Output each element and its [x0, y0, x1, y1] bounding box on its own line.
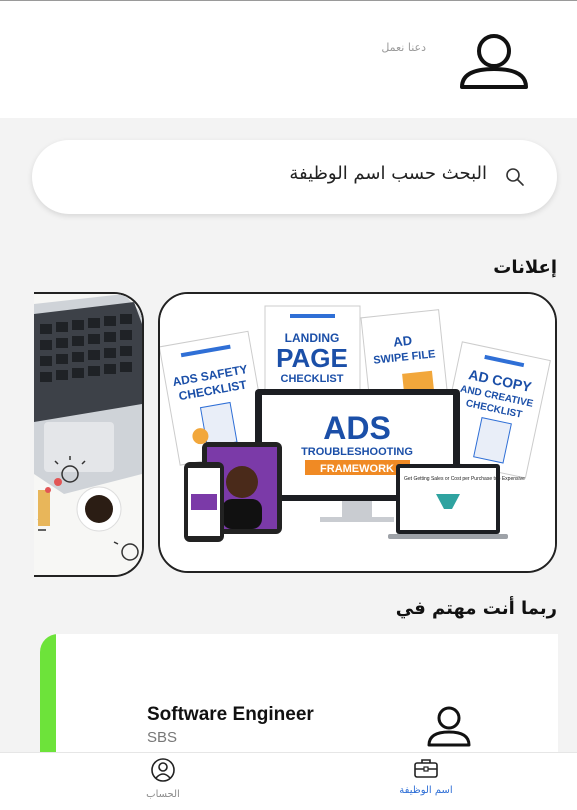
search-icon: [506, 168, 524, 186]
user-icon[interactable]: [458, 31, 530, 91]
ad-banner-main[interactable]: ADS SAFETY CHECKLIST LANDING PAGE CHECKL…: [158, 292, 557, 573]
interest-section-title: ربما أنت مهتم في: [395, 598, 557, 619]
greeting-text: دعنا نعمل: [381, 41, 426, 54]
search-input[interactable]: البحث حسب اسم الوظيفة: [289, 163, 487, 184]
ads-section-title: إعلانات: [493, 257, 557, 278]
briefcase-icon: [414, 759, 438, 778]
doc2-line2: PAGE: [276, 343, 348, 373]
doc2-line3: CHECKLIST: [281, 373, 344, 385]
monitor-line3: FRAMEWORK: [320, 463, 394, 475]
search-bar[interactable]: البحث حسب اسم الوظيفة: [32, 140, 557, 214]
nav-jobs-label: اسم الوظيفة: [399, 785, 453, 796]
job-card[interactable]: Software Engineer SBS: [40, 634, 558, 764]
account-icon: [151, 758, 175, 782]
card-accent-bar: [40, 634, 56, 764]
header: دعنا نعمل: [0, 1, 577, 118]
ad-banner-previous[interactable]: [34, 292, 144, 577]
nav-item-account[interactable]: الحساب: [103, 757, 223, 800]
doc3-line1: AD: [393, 333, 413, 350]
job-company: SBS: [147, 729, 178, 746]
monitor-line2: TROUBLESHOOTING: [301, 446, 413, 458]
monitor-line1: ADS: [323, 410, 391, 446]
ads-banner-image: ADS SAFETY CHECKLIST LANDING PAGE CHECKL…: [160, 294, 555, 571]
job-title: Software Engineer: [147, 704, 314, 725]
laptop-caption: Get Getting Sales or Cost per Purchase t…: [404, 476, 525, 482]
desk-laptop-image: [34, 294, 142, 575]
nav-item-jobs[interactable]: اسم الوظيفة: [366, 757, 486, 796]
nav-account-label: الحساب: [146, 789, 180, 800]
user-icon: [427, 706, 471, 747]
bottom-nav: اسم الوظيفة الحساب: [0, 752, 577, 810]
